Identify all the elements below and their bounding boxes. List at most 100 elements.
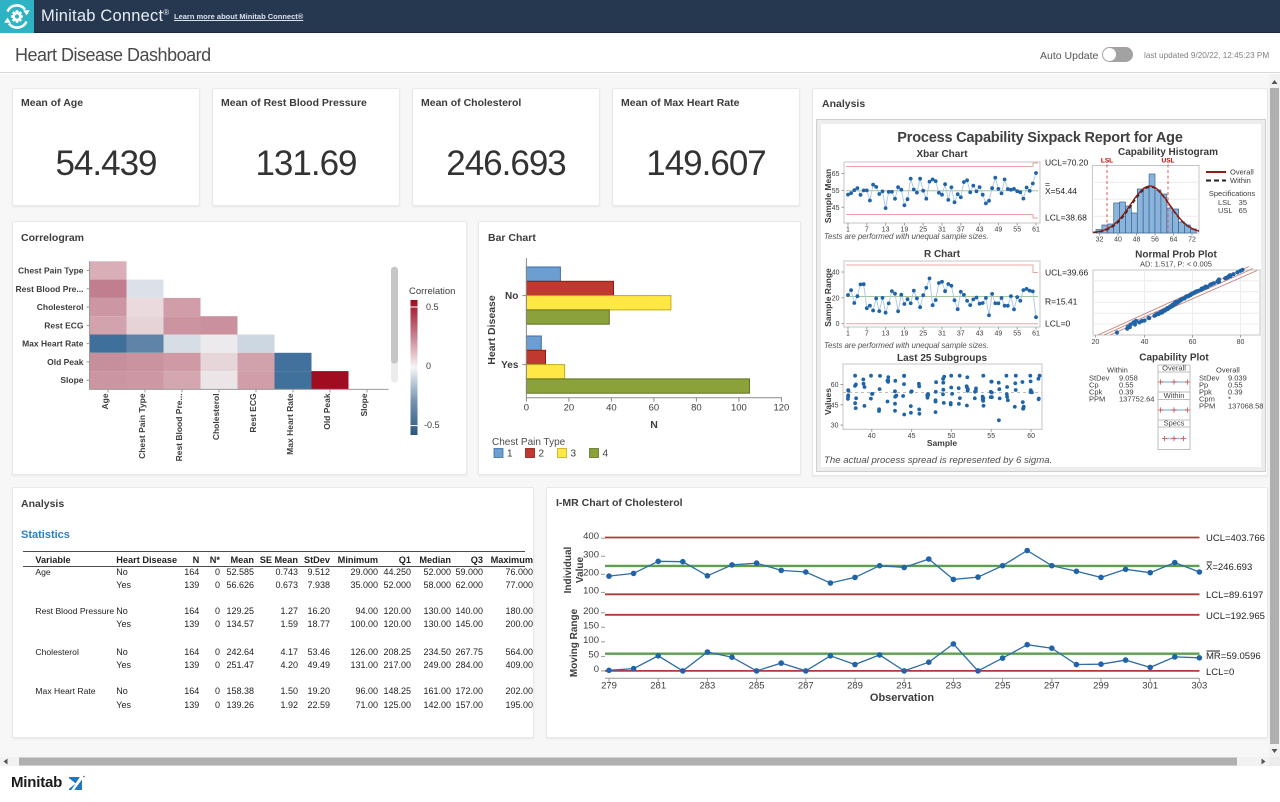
svg-text:LCL=89.6197: LCL=89.6197: [1206, 590, 1263, 601]
svg-text:60: 60: [1189, 339, 1197, 346]
svg-text:137068.58: 137068.58: [1228, 402, 1263, 411]
svg-text:0.5: 0.5: [426, 302, 439, 312]
svg-text:45: 45: [908, 433, 916, 440]
svg-text:Chest Pain Type: Chest Pain Type: [492, 437, 566, 448]
svg-text:100: 100: [583, 635, 599, 646]
svg-text:40: 40: [868, 433, 876, 440]
svg-text:20: 20: [564, 403, 575, 414]
svg-text:291: 291: [896, 681, 912, 692]
svg-text:R=15.41: R=15.41: [1045, 297, 1078, 307]
svg-text:-0.5: -0.5: [424, 420, 440, 430]
svg-text:40: 40: [1114, 237, 1122, 244]
svg-text:Xbar Chart: Xbar Chart: [916, 149, 968, 160]
svg-text:25: 25: [919, 331, 927, 338]
svg-text:Sample: Sample: [927, 438, 958, 448]
svg-text:1: 1: [846, 331, 850, 338]
svg-text:Process Capability Sixpack Rep: Process Capability Sixpack Report for Ag…: [897, 130, 1183, 146]
svg-text:The actual process spread is r: The actual process spread is represented…: [824, 455, 1052, 466]
svg-text:Within: Within: [1230, 176, 1251, 185]
svg-text:279: 279: [601, 681, 617, 692]
svg-text:299: 299: [1093, 681, 1109, 692]
svg-text:Cholesterol: Cholesterol: [37, 302, 84, 312]
svg-text:80: 80: [1237, 339, 1245, 346]
svg-text:Rest ECG: Rest ECG: [248, 393, 258, 433]
svg-text:Rest ECG: Rest ECG: [44, 320, 84, 330]
svg-text:2: 2: [539, 449, 545, 460]
svg-text:Correlation: Correlation: [409, 286, 455, 297]
svg-text:LCL=0: LCL=0: [1045, 319, 1071, 329]
svg-text:32: 32: [1096, 237, 1104, 244]
svg-text:49: 49: [995, 331, 1003, 338]
svg-text:Rest Blood Pre...: Rest Blood Pre...: [174, 393, 184, 461]
svg-text:LCL=38.68: LCL=38.68: [1045, 213, 1087, 223]
svg-text:49: 49: [995, 227, 1003, 234]
svg-text:LSL: LSL: [1101, 158, 1113, 165]
svg-text:Capability Plot: Capability Plot: [1139, 353, 1209, 364]
svg-text:40: 40: [1141, 339, 1149, 346]
svg-text:Specs: Specs: [1164, 419, 1185, 428]
svg-text:Slope: Slope: [359, 393, 369, 416]
svg-text:Max Heart Rate: Max Heart Rate: [22, 339, 84, 349]
svg-text:Tests are performed with unequ: Tests are performed with unequal sample …: [824, 232, 989, 241]
svg-text:Sample Mean: Sample Mean: [823, 169, 833, 223]
svg-text:LCL=0: LCL=0: [1206, 667, 1234, 678]
svg-text:65: 65: [1239, 206, 1247, 215]
svg-text:400: 400: [583, 531, 599, 542]
svg-text:295: 295: [995, 681, 1011, 692]
svg-text:Chest Pain Type: Chest Pain Type: [18, 265, 84, 275]
svg-text:USL: USL: [1162, 158, 1175, 165]
svg-text:X=54.44: X=54.44: [1045, 186, 1077, 196]
svg-text:MR=59.0596: MR=59.0596: [1206, 651, 1261, 662]
svg-text:Yes: Yes: [501, 360, 519, 371]
svg-text:4: 4: [603, 449, 609, 460]
svg-text:56: 56: [1151, 237, 1159, 244]
svg-text:Capability Histogram: Capability Histogram: [1118, 147, 1218, 158]
svg-text:7: 7: [865, 331, 869, 338]
svg-text:PPM: PPM: [1199, 402, 1215, 411]
svg-text:19: 19: [901, 331, 909, 338]
svg-text:100: 100: [583, 585, 599, 596]
svg-text:Old Peak: Old Peak: [47, 357, 84, 367]
svg-text:USL: USL: [1218, 206, 1233, 215]
svg-text:Old Peak: Old Peak: [322, 393, 332, 430]
svg-text:61: 61: [1032, 331, 1040, 338]
svg-text:137752.64: 137752.64: [1119, 395, 1154, 404]
svg-text:293: 293: [945, 681, 961, 692]
svg-text:120: 120: [773, 403, 789, 414]
svg-text:0: 0: [426, 361, 431, 371]
svg-text:303: 303: [1191, 681, 1207, 692]
svg-text:PPM: PPM: [1089, 395, 1105, 404]
svg-text:55: 55: [1013, 227, 1021, 234]
svg-text:1: 1: [507, 449, 513, 460]
svg-text:Tests are performed with unequ: Tests are performed with unequal sample …: [824, 341, 989, 350]
svg-text:UCL=403.766: UCL=403.766: [1206, 533, 1265, 544]
svg-text:Chest Pain Type: Chest Pain Type: [137, 393, 147, 459]
svg-text:301: 301: [1142, 681, 1158, 692]
svg-text:60: 60: [1027, 433, 1035, 440]
svg-text:37: 37: [957, 331, 965, 338]
svg-text:AD: 1.517, P: < 0.005: AD: 1.517, P: < 0.005: [1140, 260, 1212, 269]
svg-text:Values: Values: [823, 388, 833, 415]
svg-text:Cholesterol: Cholesterol: [211, 393, 221, 440]
svg-text:Rest Blood Pre...: Rest Blood Pre...: [15, 284, 83, 294]
svg-text:3: 3: [571, 449, 577, 460]
svg-text:64: 64: [1170, 237, 1178, 244]
svg-text:0: 0: [524, 403, 529, 414]
svg-text:Individual: Individual: [563, 546, 574, 593]
svg-text:31: 31: [938, 331, 946, 338]
svg-text:Slope: Slope: [60, 375, 83, 385]
svg-text:55: 55: [987, 433, 995, 440]
svg-text:289: 289: [847, 681, 863, 692]
svg-text:Heart Disease: Heart Disease: [486, 295, 498, 365]
svg-text:Last 25 Subgroups: Last 25 Subgroups: [897, 353, 987, 364]
svg-text:No: No: [505, 291, 518, 302]
svg-text:X=246.693: X=246.693: [1206, 562, 1252, 573]
svg-text:43: 43: [976, 331, 984, 338]
svg-text:13: 13: [882, 331, 890, 338]
svg-text:20: 20: [1092, 339, 1100, 346]
svg-text:61: 61: [1032, 227, 1040, 234]
svg-text:200: 200: [583, 606, 599, 617]
svg-text:Specifications: Specifications: [1209, 189, 1256, 198]
svg-text:48: 48: [1133, 237, 1141, 244]
svg-text:50: 50: [588, 649, 599, 660]
